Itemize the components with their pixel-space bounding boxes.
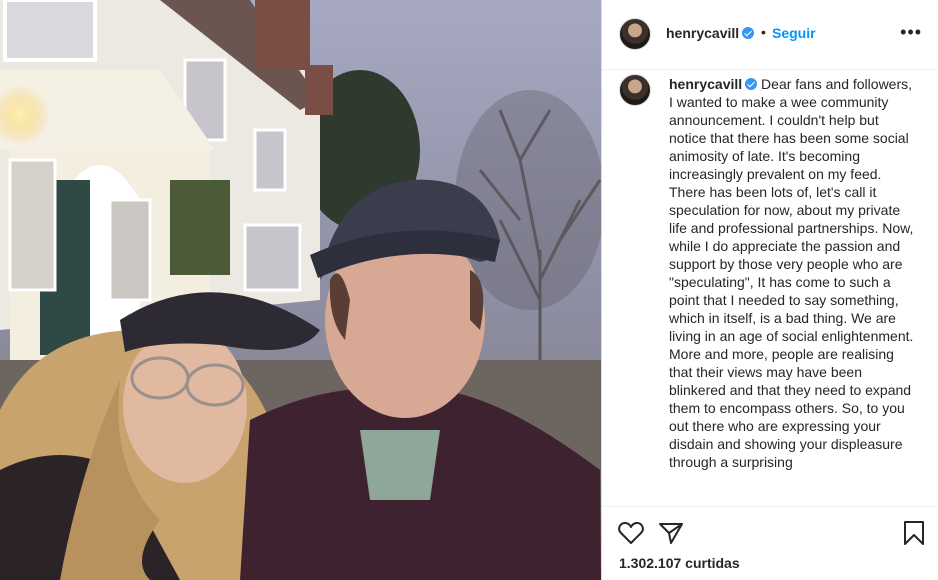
caption-text: Dear fans and followers, I wanted to mak… bbox=[669, 76, 914, 470]
username-label: henrycavill bbox=[666, 25, 740, 41]
send-icon[interactable] bbox=[658, 521, 684, 550]
post-side-panel: henrycavill • Seguir ••• henrycavill Dea… bbox=[601, 0, 938, 580]
avatar[interactable] bbox=[619, 18, 651, 50]
more-icon[interactable]: ••• bbox=[900, 22, 922, 43]
post-header: henrycavill • Seguir ••• bbox=[602, 0, 938, 70]
verified-icon bbox=[742, 27, 755, 39]
follow-button[interactable]: Seguir bbox=[772, 25, 816, 41]
post-photo[interactable] bbox=[0, 0, 601, 580]
photo-illustration bbox=[0, 0, 601, 580]
caption-avatar[interactable] bbox=[619, 74, 651, 106]
likes-count[interactable]: 1.302.107 curtidas bbox=[619, 555, 740, 571]
username-link[interactable]: henrycavill bbox=[666, 25, 755, 41]
caption-text-block: henrycavill Dear fans and followers, I w… bbox=[669, 75, 919, 471]
caption-comment: henrycavill Dear fans and followers, I w… bbox=[602, 70, 938, 506]
caption-verified-icon bbox=[745, 78, 758, 90]
action-bar: 1.302.107 curtidas bbox=[602, 506, 938, 580]
caption-username[interactable]: henrycavill bbox=[669, 76, 742, 92]
heart-icon[interactable] bbox=[618, 521, 644, 550]
separator-dot: • bbox=[761, 24, 766, 40]
bookmark-icon[interactable] bbox=[903, 520, 925, 551]
